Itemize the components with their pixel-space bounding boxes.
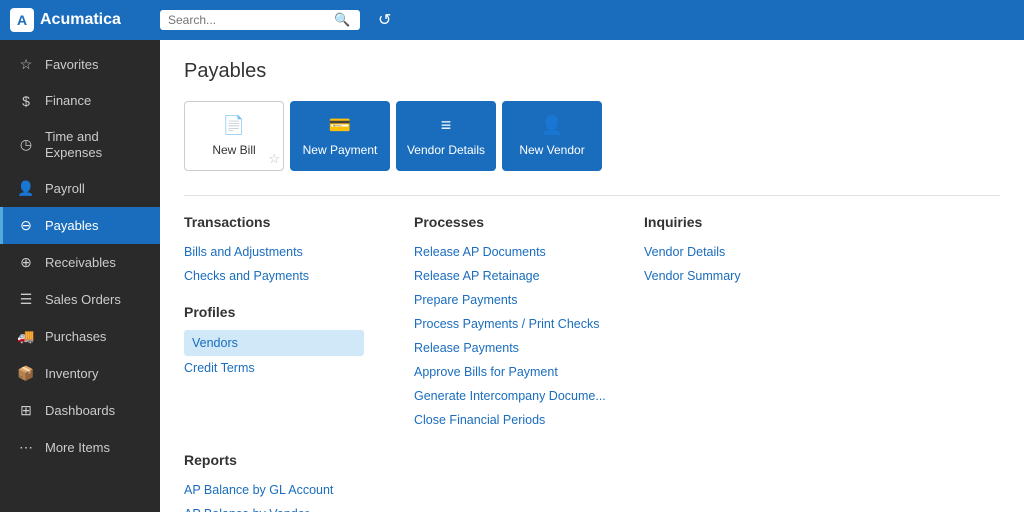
inventory-icon: 📦 xyxy=(17,365,35,382)
divider xyxy=(184,195,1000,196)
sidebar-item-payables[interactable]: ⊖ Payables xyxy=(0,207,160,244)
ap-balance-vendor-link[interactable]: AP Balance by Vendor xyxy=(184,502,384,512)
new-vendor-label: New Vendor xyxy=(519,143,584,157)
reports-title: Reports xyxy=(184,452,384,468)
sidebar-label-receivables: Receivables xyxy=(45,255,116,271)
sidebar-label-favorites: Favorites xyxy=(45,57,98,73)
transactions-title: Transactions xyxy=(184,214,384,230)
new-bill-wrapper: 📄 New Bill ☆ xyxy=(184,101,284,171)
sidebar-label-time-expenses: Time and Expenses xyxy=(45,129,146,160)
sidebar-label-inventory: Inventory xyxy=(45,366,98,382)
time-expenses-icon: ◷ xyxy=(17,136,35,153)
vendor-details-label: Vendor Details xyxy=(407,143,485,157)
sidebar-item-payroll[interactable]: 👤 Payroll xyxy=(0,170,160,207)
dashboards-icon: ⊞ xyxy=(17,402,35,419)
more-items-icon: ⋯ xyxy=(17,439,35,456)
new-payment-icon: 💳 xyxy=(329,115,351,137)
vendor-details-icon: ≡ xyxy=(441,115,452,137)
sidebar-label-more-items: More Items xyxy=(45,440,110,456)
sidebar: ☆ Favorites $ Finance ◷ Time and Expense… xyxy=(0,40,160,512)
new-payment-button[interactable]: 💳 New Payment xyxy=(290,101,390,171)
layout: ☆ Favorites $ Finance ◷ Time and Expense… xyxy=(0,40,1024,512)
content-sections: Transactions Bills and Adjustments Check… xyxy=(184,214,1000,512)
sidebar-item-finance[interactable]: $ Finance xyxy=(0,83,160,119)
processes-title: Processes xyxy=(414,214,614,230)
sidebar-item-sales-orders[interactable]: ☰ Sales Orders xyxy=(0,281,160,318)
sidebar-label-dashboards: Dashboards xyxy=(45,403,115,419)
inquiries-title: Inquiries xyxy=(644,214,844,230)
logo-icon: A xyxy=(10,8,34,32)
sidebar-label-payables: Payables xyxy=(45,218,98,234)
reports-col: Reports AP Balance by GL Account AP Bala… xyxy=(184,452,384,512)
credit-terms-link[interactable]: Credit Terms xyxy=(184,356,384,380)
sidebar-item-time-expenses[interactable]: ◷ Time and Expenses xyxy=(0,119,160,170)
sidebar-label-sales-orders: Sales Orders xyxy=(45,292,121,308)
release-ap-documents-link[interactable]: Release AP Documents xyxy=(414,240,614,264)
search-bar[interactable]: 🔍 xyxy=(160,10,360,30)
quick-actions: 📄 New Bill ☆ 💳 New Payment ≡ Vendor Deta… xyxy=(184,101,1000,171)
sidebar-label-finance: Finance xyxy=(45,93,91,109)
inquiries-col: Inquiries Vendor Details Vendor Summary xyxy=(644,214,844,432)
new-bill-label: New Bill xyxy=(212,143,255,157)
release-payments-link[interactable]: Release Payments xyxy=(414,336,614,360)
checks-payments-link[interactable]: Checks and Payments xyxy=(184,264,384,288)
sidebar-item-receivables[interactable]: ⊕ Receivables xyxy=(0,244,160,281)
favorites-icon: ☆ xyxy=(17,56,35,73)
vendor-summary-link[interactable]: Vendor Summary xyxy=(644,264,844,288)
vendor-details-inquiry-link[interactable]: Vendor Details xyxy=(644,240,844,264)
sidebar-item-inventory[interactable]: 📦 Inventory xyxy=(0,355,160,392)
approve-bills-link[interactable]: Approve Bills for Payment xyxy=(414,360,614,384)
page-title: Payables xyxy=(184,60,1000,83)
process-payments-link[interactable]: Process Payments / Print Checks xyxy=(414,312,614,336)
search-input[interactable] xyxy=(168,13,328,27)
receivables-icon: ⊕ xyxy=(17,254,35,271)
finance-icon: $ xyxy=(17,93,35,109)
top-nav: A Acumatica 🔍 ↺ xyxy=(0,0,1024,40)
sidebar-item-dashboards[interactable]: ⊞ Dashboards xyxy=(0,392,160,429)
purchases-icon: 🚚 xyxy=(17,328,35,345)
close-financial-periods-link[interactable]: Close Financial Periods xyxy=(414,408,614,432)
processes-col: Processes Release AP Documents Release A… xyxy=(414,214,614,432)
logo-area: A Acumatica xyxy=(10,8,150,32)
sidebar-label-purchases: Purchases xyxy=(45,329,106,345)
payroll-icon: 👤 xyxy=(17,180,35,197)
ap-balance-gl-link[interactable]: AP Balance by GL Account xyxy=(184,478,384,502)
payables-icon: ⊖ xyxy=(17,217,35,234)
prepare-payments-link[interactable]: Prepare Payments xyxy=(414,288,614,312)
logo-text: Acumatica xyxy=(40,11,121,29)
transactions-col: Transactions Bills and Adjustments Check… xyxy=(184,214,384,432)
search-icon[interactable]: 🔍 xyxy=(334,12,350,28)
new-vendor-button[interactable]: 👤 New Vendor xyxy=(502,101,602,171)
sidebar-item-more-items[interactable]: ⋯ More Items xyxy=(0,429,160,466)
generate-intercompany-link[interactable]: Generate Intercompany Docume... xyxy=(414,384,614,408)
sidebar-item-purchases[interactable]: 🚚 Purchases xyxy=(0,318,160,355)
sidebar-label-payroll: Payroll xyxy=(45,181,85,197)
sales-orders-icon: ☰ xyxy=(17,291,35,308)
new-bill-icon: 📄 xyxy=(223,115,245,137)
new-vendor-icon: 👤 xyxy=(541,115,563,137)
main-content: Payables 📄 New Bill ☆ 💳 New Payment ≡ Ve… xyxy=(160,40,1024,512)
history-icon[interactable]: ↺ xyxy=(370,6,399,34)
sidebar-item-favorites[interactable]: ☆ Favorites xyxy=(0,46,160,83)
release-ap-retainage-link[interactable]: Release AP Retainage xyxy=(414,264,614,288)
vendors-link[interactable]: Vendors xyxy=(184,330,364,356)
profiles-title: Profiles xyxy=(184,304,384,320)
new-payment-label: New Payment xyxy=(303,143,378,157)
bills-adjustments-link[interactable]: Bills and Adjustments xyxy=(184,240,384,264)
vendor-details-button[interactable]: ≡ Vendor Details xyxy=(396,101,496,171)
new-bill-star[interactable]: ☆ xyxy=(268,151,280,167)
